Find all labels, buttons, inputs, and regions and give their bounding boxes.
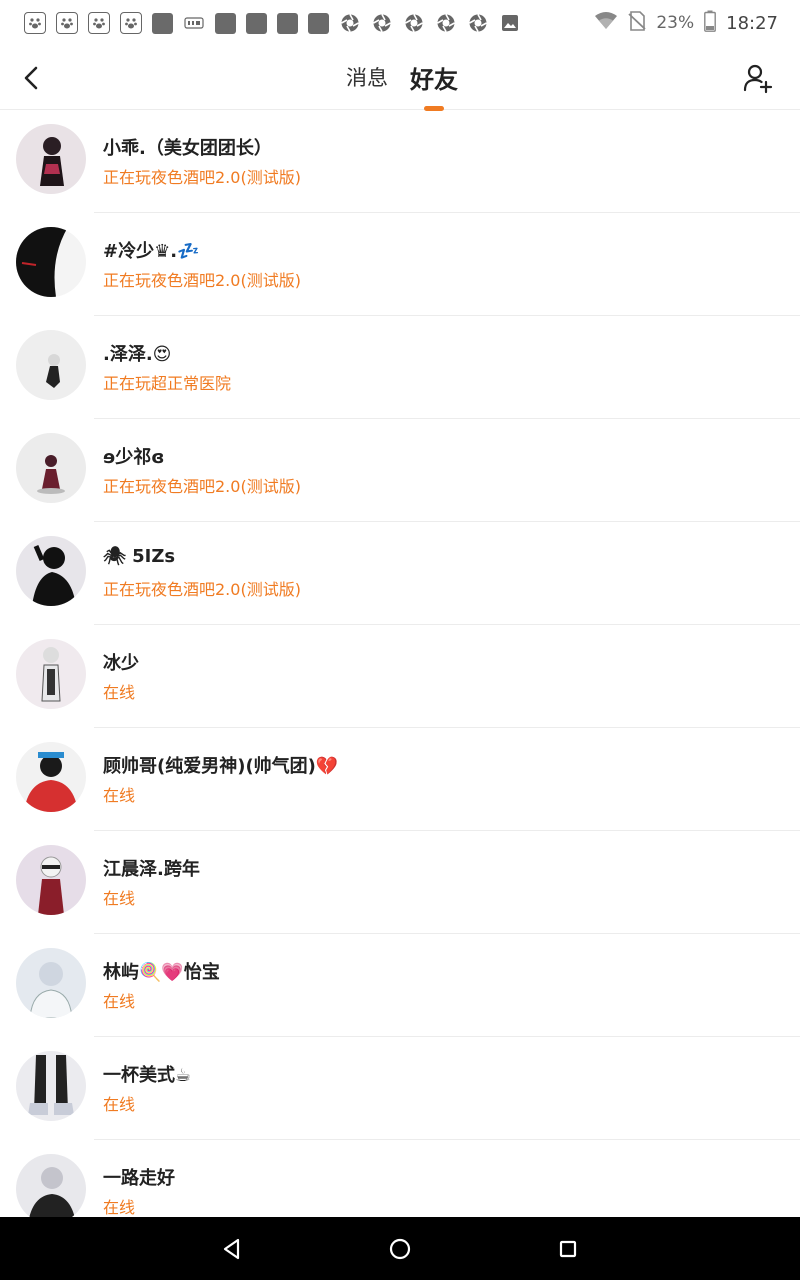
friend-name: 江晨泽.跨年 (103, 859, 200, 880)
shutter-icon (403, 12, 425, 34)
friend-name: ɘ少祁ɞ (103, 447, 165, 468)
square-recents-icon (559, 1240, 577, 1258)
baidu-paw-icon (56, 12, 78, 34)
avatar (16, 536, 86, 606)
friend-name: 一杯美式☕ (103, 1065, 192, 1086)
friend-name: 冰少 (103, 653, 139, 674)
system-nav-bar (0, 1217, 800, 1280)
chevron-left-icon (24, 66, 38, 90)
tab-messages[interactable]: 消息 (346, 62, 388, 97)
nav-recents-button[interactable] (554, 1235, 582, 1263)
shutter-icon (467, 12, 489, 34)
friend-row[interactable]: 一杯美式☕ 在线 (0, 1037, 800, 1140)
friend-name: 一路走好 (103, 1168, 175, 1189)
iqiyi-icon (183, 12, 205, 34)
baidu-paw-icon (24, 12, 46, 34)
friend-status: 正在玩夜色酒吧2.0(测试版) (103, 168, 301, 187)
avatar (16, 227, 86, 297)
friend-status: 在线 (103, 992, 136, 1011)
friend-name: 🕷 5IZs (103, 546, 176, 567)
friend-row[interactable]: 林屿🍭💗怡宝 在线 (0, 934, 800, 1037)
app-header: 消息 好友 (0, 46, 800, 111)
friend-status: 在线 (103, 683, 136, 702)
status-bar: 23% 18:27 (0, 0, 800, 46)
add-friend-button[interactable] (742, 62, 774, 94)
add-user-icon (743, 64, 773, 94)
friend-name: 小乖.（美女团团长） (103, 138, 272, 159)
friend-status: 在线 (103, 786, 136, 805)
friend-status: 正在玩夜色酒吧2.0(测试版) (103, 271, 301, 290)
back-button[interactable] (18, 64, 46, 92)
shutter-icon (435, 12, 457, 34)
friend-list: 小乖.（美女团团长） 正在玩夜色酒吧2.0(测试版) #冷少♛.💤 正在玩夜色酒… (0, 110, 800, 1243)
avatar (16, 330, 86, 400)
app-square-icon (308, 12, 329, 34)
avatar (16, 1154, 86, 1224)
friend-row[interactable]: #冷少♛.💤 正在玩夜色酒吧2.0(测试版) (0, 213, 800, 316)
battery-percent: 23% (656, 13, 695, 33)
friend-name: #冷少♛.💤 (103, 241, 200, 262)
app-square-icon (152, 12, 173, 34)
baidu-paw-icon (120, 12, 142, 34)
tab-label: 好友 (410, 66, 458, 94)
image-icon (499, 12, 521, 34)
friend-row[interactable]: ɘ少祁ɞ 正在玩夜色酒吧2.0(测试版) (0, 419, 800, 522)
friend-name: 顾帅哥(纯爱男神)(帅气团)💔 (103, 756, 339, 777)
tab-friends[interactable]: 好友 (410, 60, 458, 111)
friend-name: 林屿🍭💗怡宝 (103, 962, 220, 983)
avatar (16, 639, 86, 709)
shutter-icon (371, 12, 393, 34)
friend-status: 在线 (103, 1095, 136, 1114)
friend-row[interactable]: 冰少 在线 (0, 625, 800, 728)
friend-status: 在线 (103, 889, 136, 908)
battery-icon (704, 10, 717, 36)
avatar (16, 845, 86, 915)
nav-back-button[interactable] (218, 1235, 246, 1263)
app-square-icon (277, 12, 298, 34)
clock: 18:27 (726, 12, 778, 34)
avatar (16, 742, 86, 812)
wifi-icon (594, 11, 618, 35)
friend-status: 正在玩超正常医院 (103, 374, 232, 393)
app-square-icon (246, 12, 267, 34)
friend-row[interactable]: 🕷 5IZs 正在玩夜色酒吧2.0(测试版) (0, 522, 800, 625)
circle-home-icon (389, 1238, 411, 1260)
no-sim-icon (628, 11, 646, 35)
notification-icons (24, 12, 521, 34)
nav-home-button[interactable] (386, 1235, 414, 1263)
friend-name: .泽泽.😍 (103, 344, 172, 365)
tab-bar: 消息 好友 (346, 60, 458, 111)
app-square-icon (215, 12, 236, 34)
baidu-paw-icon (88, 12, 110, 34)
friend-row[interactable]: .泽泽.😍 正在玩超正常医院 (0, 316, 800, 419)
friend-status: 正在玩夜色酒吧2.0(测试版) (103, 580, 301, 599)
friend-row[interactable]: 小乖.（美女团团长） 正在玩夜色酒吧2.0(测试版) (0, 110, 800, 213)
avatar (16, 433, 86, 503)
avatar (16, 948, 86, 1018)
friend-row[interactable]: 顾帅哥(纯爱男神)(帅气团)💔 在线 (0, 728, 800, 831)
friend-row[interactable]: 江晨泽.跨年 在线 (0, 831, 800, 934)
avatar (16, 124, 86, 194)
avatar (16, 1051, 86, 1121)
friend-status: 正在玩夜色酒吧2.0(测试版) (103, 477, 301, 496)
shutter-icon (339, 12, 361, 34)
triangle-back-icon (223, 1238, 240, 1260)
tab-label: 消息 (346, 66, 388, 90)
friend-status: 在线 (103, 1198, 136, 1217)
